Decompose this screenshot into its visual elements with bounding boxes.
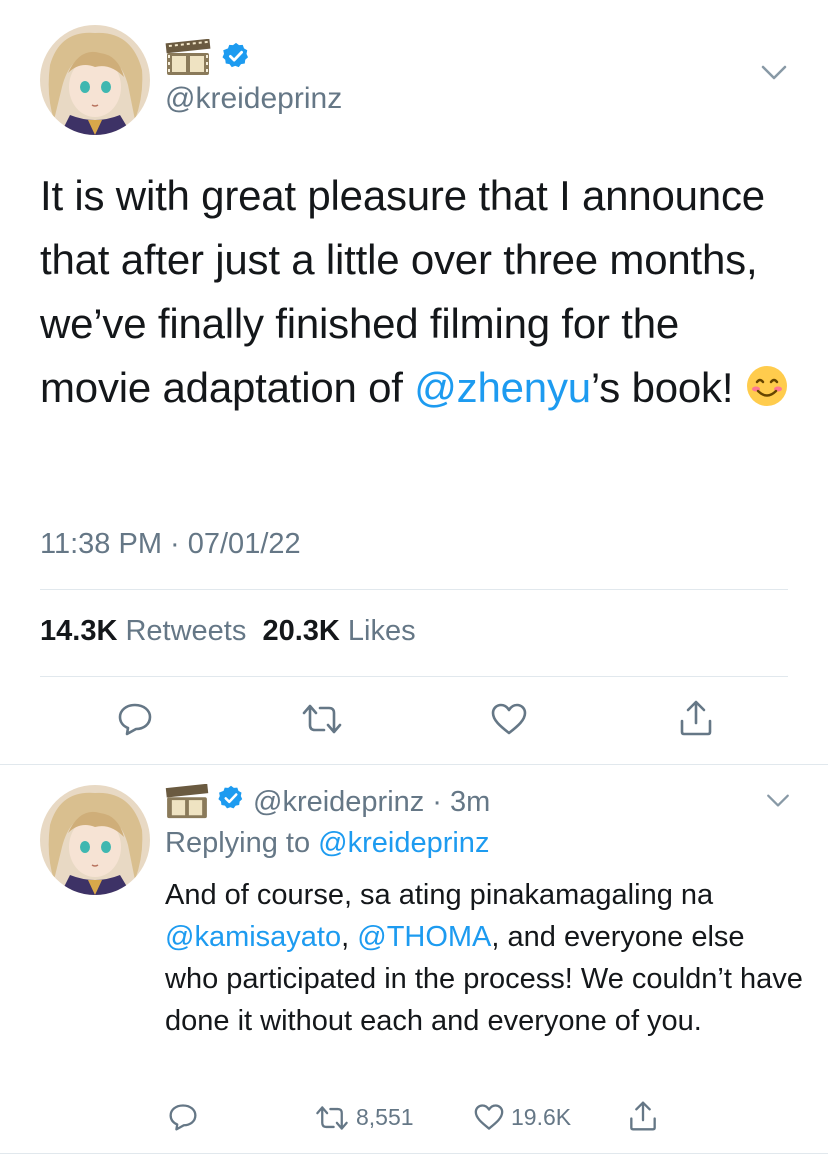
replying-label: Replying to <box>165 827 311 859</box>
divider <box>0 1153 828 1154</box>
main-avatar[interactable] <box>40 25 150 135</box>
tweet-text-part: ’s book! <box>590 364 745 411</box>
reply-button[interactable] <box>168 1103 198 1131</box>
smiling-face-emoji <box>745 362 789 426</box>
verified-badge-icon <box>221 41 251 76</box>
reply-avatar[interactable] <box>40 785 150 895</box>
film-strip-icon <box>165 39 211 77</box>
divider <box>40 589 788 590</box>
retweet-count: 8,551 <box>356 1104 414 1130</box>
reply-button[interactable] <box>117 702 153 736</box>
replying-to: Replying to @kreideprinz <box>165 827 489 860</box>
like-count: 19.6K <box>511 1103 572 1130</box>
tweet-timestamp[interactable]: 11:38 PM · 07/01/22 <box>40 528 301 561</box>
retweet-button[interactable]: 8,551 <box>314 1104 414 1131</box>
main-handle[interactable]: @kreideprinz <box>165 82 342 116</box>
likes-count: 20.3K <box>262 615 340 647</box>
reply-handle[interactable]: @kreideprinz <box>253 786 424 819</box>
mention-link[interactable]: @zhenyu <box>414 364 591 411</box>
chevron-down-icon[interactable] <box>765 793 791 814</box>
tweet-text: It is with great pleasure that I announc… <box>40 164 800 426</box>
reply-name-row[interactable]: @kreideprinz · 3m <box>165 782 490 822</box>
reply-text: And of course, sa ating pinakamagaling n… <box>165 874 805 1042</box>
film-strip-icon <box>165 784 209 820</box>
like-button[interactable]: 19.6K <box>473 1103 571 1131</box>
like-icon <box>490 702 528 736</box>
retweets-count: 14.3K <box>40 615 118 647</box>
like-icon <box>473 1103 505 1131</box>
retweets-stat[interactable]: 14.3K Retweets <box>40 615 246 647</box>
engagement-stats: 14.3K Retweets 20.3K Likes <box>40 615 416 648</box>
share-button[interactable] <box>628 1100 658 1132</box>
likes-label: Likes <box>347 615 416 647</box>
mention-link[interactable]: @THOMA <box>357 921 491 953</box>
share-button[interactable] <box>678 699 714 737</box>
chevron-down-icon[interactable] <box>760 64 788 87</box>
retweet-icon <box>314 1105 350 1131</box>
verified-badge-icon <box>217 784 245 820</box>
main-name-row[interactable] <box>165 38 251 78</box>
share-icon <box>628 1100 658 1132</box>
like-button[interactable] <box>490 702 528 736</box>
separator-dot: · <box>432 785 442 818</box>
share-icon <box>678 699 714 737</box>
replying-handle-link[interactable]: @kreideprinz <box>318 827 489 859</box>
divider <box>40 676 788 677</box>
likes-stat[interactable]: 20.3K Likes <box>262 615 415 647</box>
retweet-icon <box>300 703 344 735</box>
reply-text-part: , <box>341 921 358 953</box>
retweet-button[interactable] <box>300 703 344 735</box>
reply-time[interactable]: 3m <box>450 786 490 819</box>
mention-link[interactable]: @kamisayato <box>165 921 341 953</box>
divider <box>0 764 828 765</box>
reply-text-part: And of course, sa ating pinakamagaling n… <box>165 879 714 911</box>
retweets-label: Retweets <box>125 615 247 647</box>
reply-icon <box>168 1103 198 1131</box>
reply-icon <box>117 702 153 736</box>
